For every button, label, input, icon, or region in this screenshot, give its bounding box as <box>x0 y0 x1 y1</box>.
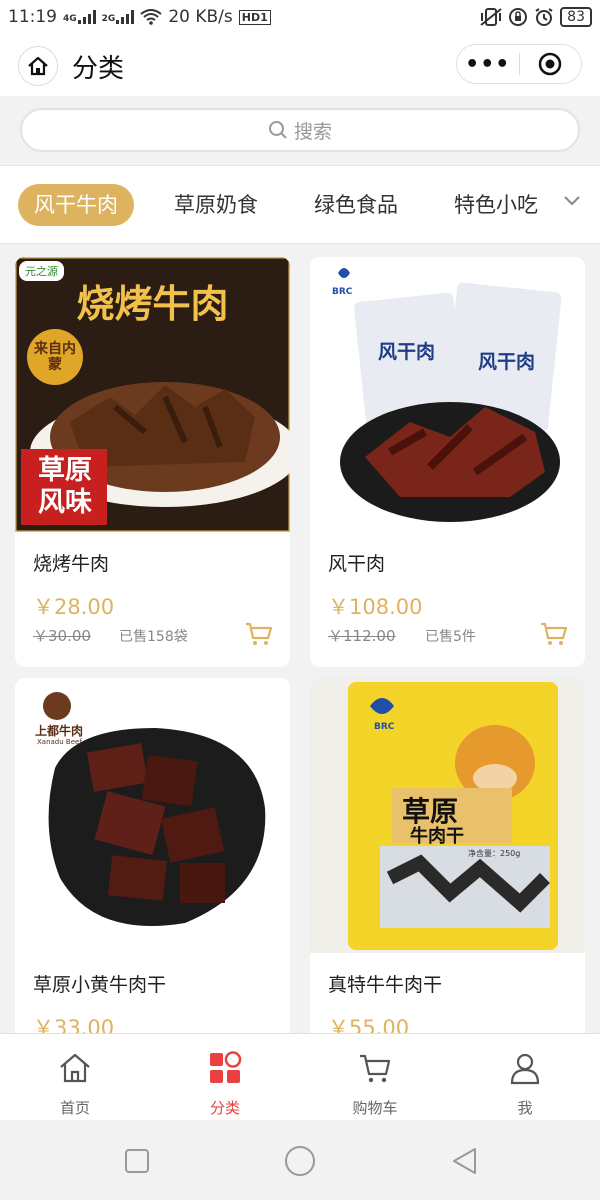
product-card[interactable]: BRC 风干肉 风干肉 风干肉 ￥108.00 ￥112.00 已售5件 <box>310 257 585 667</box>
hd-icon: HD1 <box>238 9 271 25</box>
alarm-icon <box>535 8 553 26</box>
product-image[interactable]: 元之源 烧烤牛肉 来自内蒙 草原风味 <box>15 257 290 534</box>
product-price: ￥33.00 <box>33 1016 115 1034</box>
image-badge-top: 来自内蒙 <box>34 341 76 373</box>
original-price: ￥112.00 <box>328 627 396 645</box>
recent-apps-icon[interactable] <box>124 1148 150 1174</box>
category-icon <box>210 1051 242 1083</box>
product-card[interactable]: BRC 草原 牛肉干 净含量：250g 真特牛牛肉干 ￥55.00 <box>310 678 585 1034</box>
chevron-down-icon[interactable] <box>562 194 582 208</box>
signal-2g-icon: 2G <box>102 10 135 24</box>
add-to-cart-icon[interactable] <box>244 621 274 647</box>
nav-cart[interactable]: 购物车 <box>300 1034 450 1121</box>
search-icon <box>268 121 287 139</box>
brand-logo-text: BRC <box>332 287 353 297</box>
brand-logo-text: BRC <box>374 722 395 732</box>
sold-count: 已售5件 <box>425 629 476 645</box>
sold-count: 已售158袋 <box>119 629 188 645</box>
product-image-art <box>15 678 290 953</box>
product-price: ￥108.00 <box>328 595 423 619</box>
nav-home-label: 首页 <box>59 1099 90 1117</box>
nav-category-label: 分类 <box>209 1099 240 1117</box>
vibrate-icon <box>480 8 502 26</box>
image-badge-bottom: 草原风味 <box>38 455 92 518</box>
system-nav-bar <box>0 1120 600 1200</box>
product-price: ￥28.00 <box>33 595 115 619</box>
home-button[interactable] <box>18 46 58 86</box>
product-price: ￥55.00 <box>328 1016 410 1034</box>
nav-home[interactable]: 首页 <box>0 1034 150 1121</box>
product-name[interactable]: 风干肉 <box>328 549 385 576</box>
lock-rotation-icon <box>509 8 528 26</box>
image-title: 烧烤牛肉 <box>76 282 229 326</box>
category-tabs: 风干牛肉 草原奶食 绿色食品 特色小吃 <box>0 166 600 244</box>
close-miniprogram-button[interactable] <box>519 52 581 76</box>
product-image[interactable]: 上都牛肉 Xanadu Beef <box>15 678 290 953</box>
back-icon[interactable] <box>450 1146 478 1176</box>
home-circle-icon[interactable] <box>284 1145 316 1177</box>
page-header: 分类 ••• <box>0 34 600 96</box>
more-button[interactable]: ••• <box>457 52 519 77</box>
miniprogram-capsule: ••• <box>456 44 582 84</box>
product-name[interactable]: 烧烤牛肉 <box>33 549 109 576</box>
tab-grassland-dairy[interactable]: 草原奶食 <box>162 184 270 226</box>
net-speed: 20 KB/s <box>168 7 233 27</box>
search-input[interactable]: 搜索 <box>20 108 580 152</box>
bag-label-2: 风干肉 <box>478 351 536 373</box>
product-card[interactable]: 元之源 烧烤牛肉 来自内蒙 草原风味 烧烤牛肉 ￥28.00 ￥30.00 已售… <box>15 257 290 667</box>
net-weight: 净含量：250g <box>468 849 521 858</box>
nav-me-label: 我 <box>517 1099 533 1117</box>
search-placeholder: 搜索 <box>293 120 332 143</box>
brand-logo-text: 上都牛肉 <box>35 724 84 738</box>
nav-me[interactable]: 我 <box>450 1034 600 1121</box>
page-title: 分类 <box>72 54 125 84</box>
home-icon <box>28 56 48 76</box>
add-to-cart-icon[interactable] <box>539 621 569 647</box>
bottom-tab-bar: 首页 分类 购物车 我 <box>0 1033 600 1120</box>
status-bar: 11:19 4G 2G 20 KB/s HD1 83 <box>0 0 600 34</box>
user-icon <box>510 1053 540 1085</box>
battery-indicator: 83 <box>560 7 592 27</box>
product-image[interactable]: BRC 草原 牛肉干 净含量：250g <box>310 678 585 953</box>
tab-air-dried-beef[interactable]: 风干牛肉 <box>18 184 134 226</box>
search-area: 搜索 <box>0 96 600 166</box>
home-icon <box>60 1053 90 1083</box>
nav-cart-label: 购物车 <box>352 1099 398 1117</box>
tab-specialty-snacks[interactable]: 特色小吃 <box>442 184 550 226</box>
nav-category[interactable]: 分类 <box>150 1034 300 1121</box>
original-price: ￥30.00 <box>33 627 91 645</box>
brand-logo-en: Xanadu Beef <box>37 738 82 746</box>
target-icon <box>538 52 562 76</box>
product-image[interactable]: BRC 风干肉 风干肉 <box>310 257 585 532</box>
product-name[interactable]: 真特牛牛肉干 <box>328 970 442 997</box>
product-name[interactable]: 草原小黄牛肉干 <box>33 970 166 997</box>
wifi-icon <box>140 9 162 25</box>
product-card[interactable]: 上都牛肉 Xanadu Beef 草原小黄牛肉干 ￥33.00 <box>15 678 290 1034</box>
bag-label: 风干肉 <box>378 341 436 363</box>
tab-green-food[interactable]: 绿色食品 <box>302 184 410 226</box>
product-image-art <box>310 257 585 532</box>
bag-subtitle: 牛肉干 <box>410 826 464 847</box>
signal-4g-icon: 4G <box>63 10 96 24</box>
cart-icon <box>360 1054 391 1083</box>
product-grid: 元之源 烧烤牛肉 来自内蒙 草原风味 烧烤牛肉 ￥28.00 ￥30.00 已售… <box>0 244 600 1034</box>
clock: 11:19 <box>8 7 57 27</box>
